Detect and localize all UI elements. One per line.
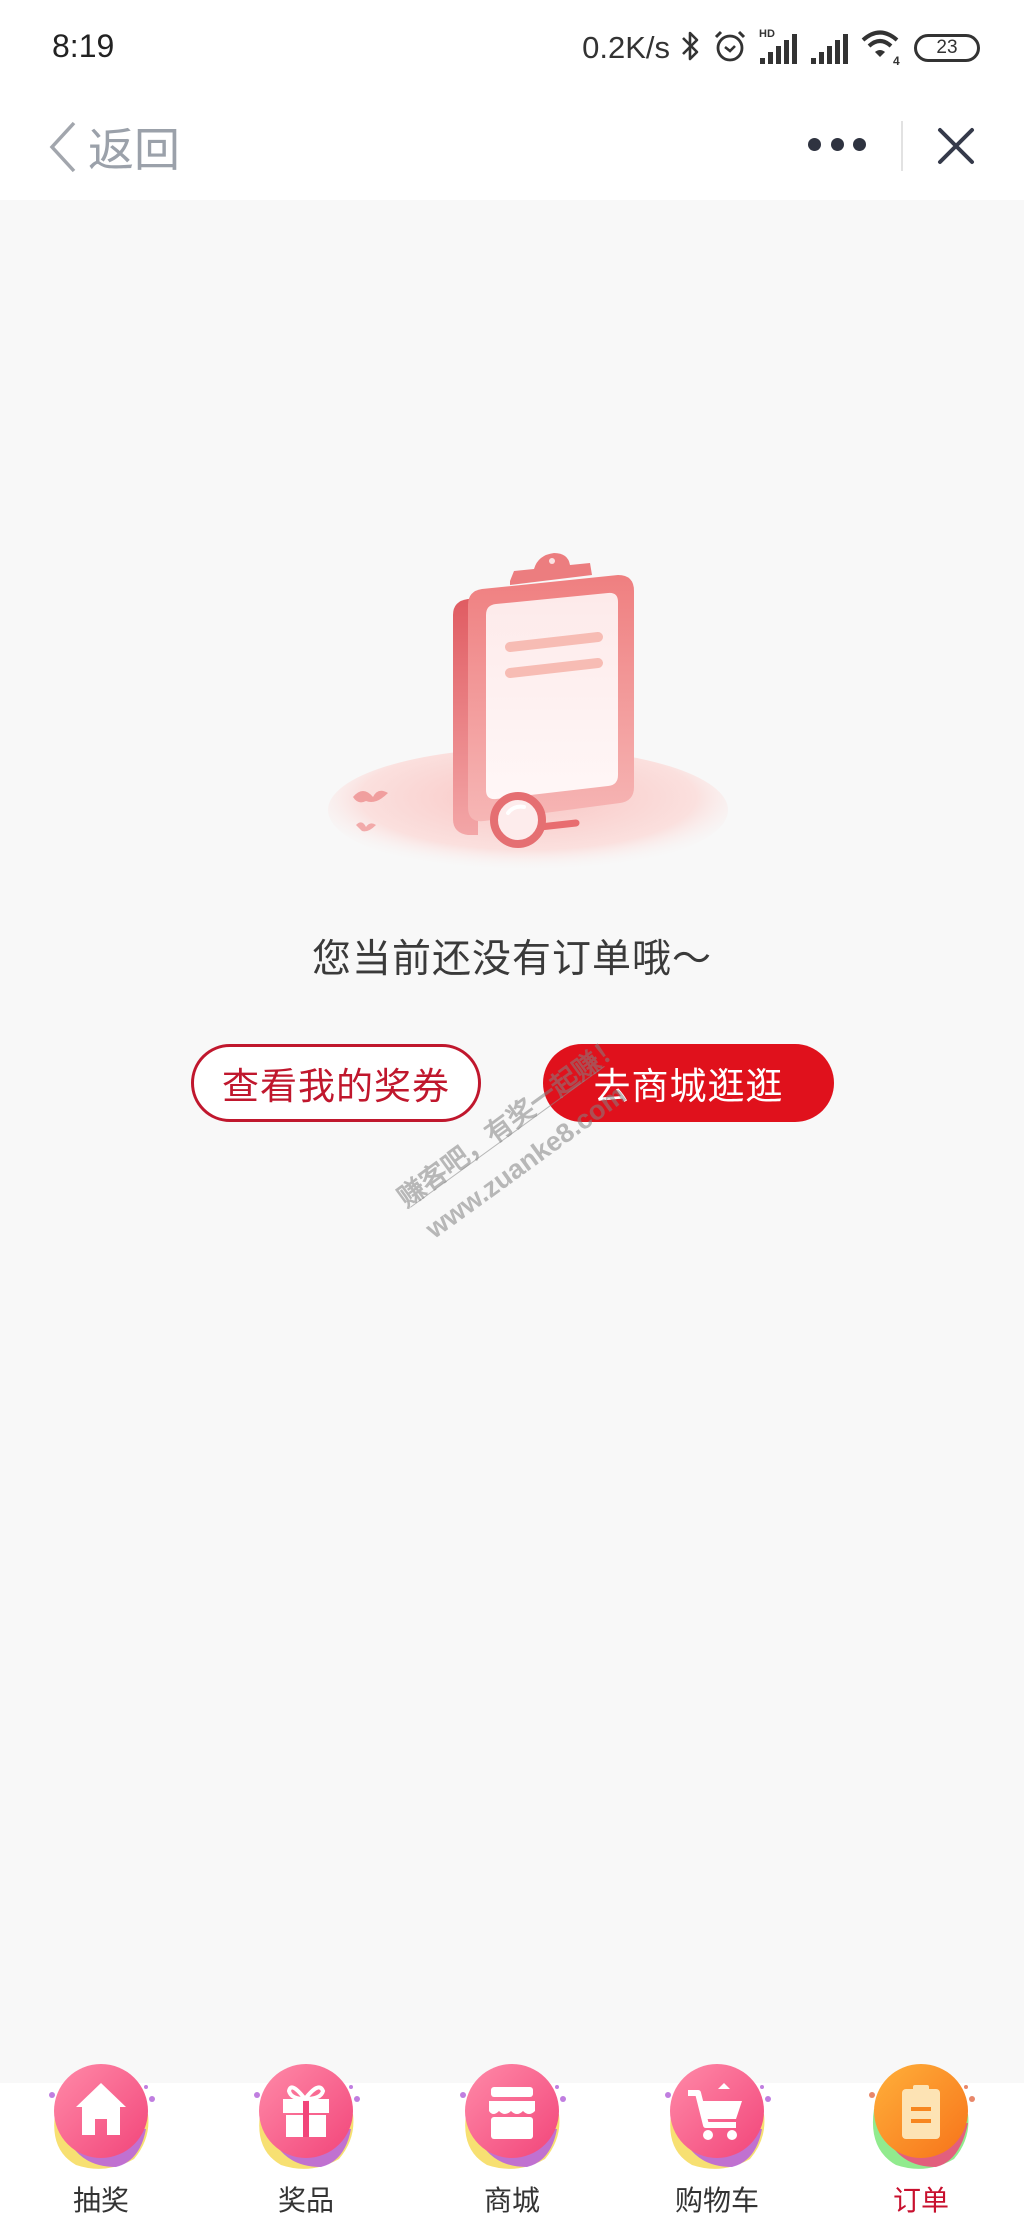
close-icon[interactable] (930, 120, 982, 172)
bluetooth-icon (680, 28, 702, 68)
tab-mall[interactable]: 商城 (432, 2059, 592, 2219)
tab-label: 订单 (892, 2184, 949, 2217)
tab-label: 抽奖 (72, 2184, 129, 2217)
wifi-badge: 4 (893, 54, 900, 66)
tab-prizes[interactable]: 奖品 (226, 2059, 386, 2219)
alarm-icon (712, 28, 748, 68)
view-my-coupons-button[interactable]: 查看我的奖券 (191, 1044, 481, 1122)
header-divider (901, 121, 903, 171)
empty-orders-illustration (318, 535, 732, 875)
bottom-tab-bar: 抽奖 奖品 商城 购物车 订单 (0, 2064, 1024, 2219)
empty-message: 您当前还没有订单哦～ (311, 937, 712, 982)
tab-cart[interactable]: 购物车 (637, 2059, 797, 2219)
tab-label: 奖品 (277, 2184, 334, 2217)
back-label: 返回 (88, 123, 180, 177)
status-bar: 8:19 0.2K/s HD 4 23 (0, 0, 1024, 96)
tab-lottery[interactable]: 抽奖 (21, 2059, 181, 2219)
tab-label: 购物车 (674, 2184, 759, 2217)
home-icon (36, 2059, 166, 2171)
signal-hd-icon: HD (758, 26, 800, 70)
magnifier-icon (490, 792, 546, 848)
more-dots-icon[interactable] (800, 124, 874, 164)
hd-badge: HD (759, 28, 775, 40)
go-to-mall-button[interactable]: 去商城逛逛 (543, 1044, 834, 1122)
chevron-left-icon (49, 121, 76, 173)
tab-orders[interactable]: 订单 (841, 2059, 1001, 2219)
gift-icon (241, 2059, 371, 2171)
status-time: 8:19 (52, 28, 115, 64)
store-icon (447, 2059, 577, 2171)
signal-icon (810, 26, 850, 70)
clipboard-icon (856, 2059, 986, 2171)
back-button[interactable]: 返回 (46, 112, 180, 182)
nav-header: 返回 (0, 96, 1024, 200)
tab-label: 商城 (483, 2184, 540, 2217)
cart-icon (652, 2059, 782, 2171)
status-icons: 0.2K/s HD 4 23 (582, 26, 980, 70)
battery-indicator: 23 (914, 34, 980, 62)
wifi-icon: 4 (860, 26, 904, 70)
network-speed: 0.2K/s (582, 30, 670, 65)
